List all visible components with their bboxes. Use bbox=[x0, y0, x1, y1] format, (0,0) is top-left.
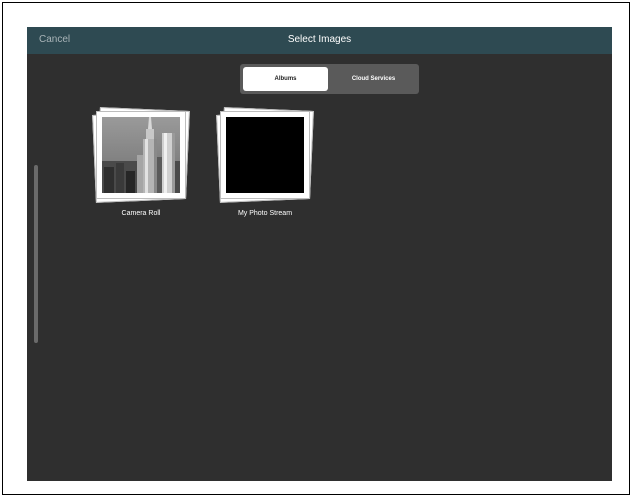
city-skyscraper-image bbox=[102, 117, 180, 193]
tab-albums[interactable]: Albums bbox=[243, 67, 328, 91]
album-label: My Photo Stream bbox=[237, 210, 293, 217]
album-thumbnail-stack bbox=[92, 107, 190, 203]
device-frame: Cancel Select Images Albums Cloud Servic… bbox=[2, 2, 630, 495]
album-my-photo-stream[interactable]: My Photo Stream bbox=[213, 107, 317, 217]
navigation-bar: Cancel Select Images bbox=[27, 27, 612, 54]
city-skyscraper-photo bbox=[102, 117, 180, 193]
album-thumbnail-stack bbox=[216, 107, 314, 203]
source-segmented-control: Albums Cloud Services bbox=[240, 64, 419, 94]
album-camera-roll[interactable]: Camera Roll bbox=[89, 107, 193, 217]
image-picker-screen: Cancel Select Images Albums Cloud Servic… bbox=[27, 27, 612, 481]
black-photo bbox=[226, 117, 304, 193]
tab-cloud-services[interactable]: Cloud Services bbox=[331, 67, 416, 91]
scrollbar[interactable] bbox=[34, 165, 38, 343]
album-label: Camera Roll bbox=[121, 210, 161, 217]
page-title: Select Images bbox=[287, 34, 352, 45]
